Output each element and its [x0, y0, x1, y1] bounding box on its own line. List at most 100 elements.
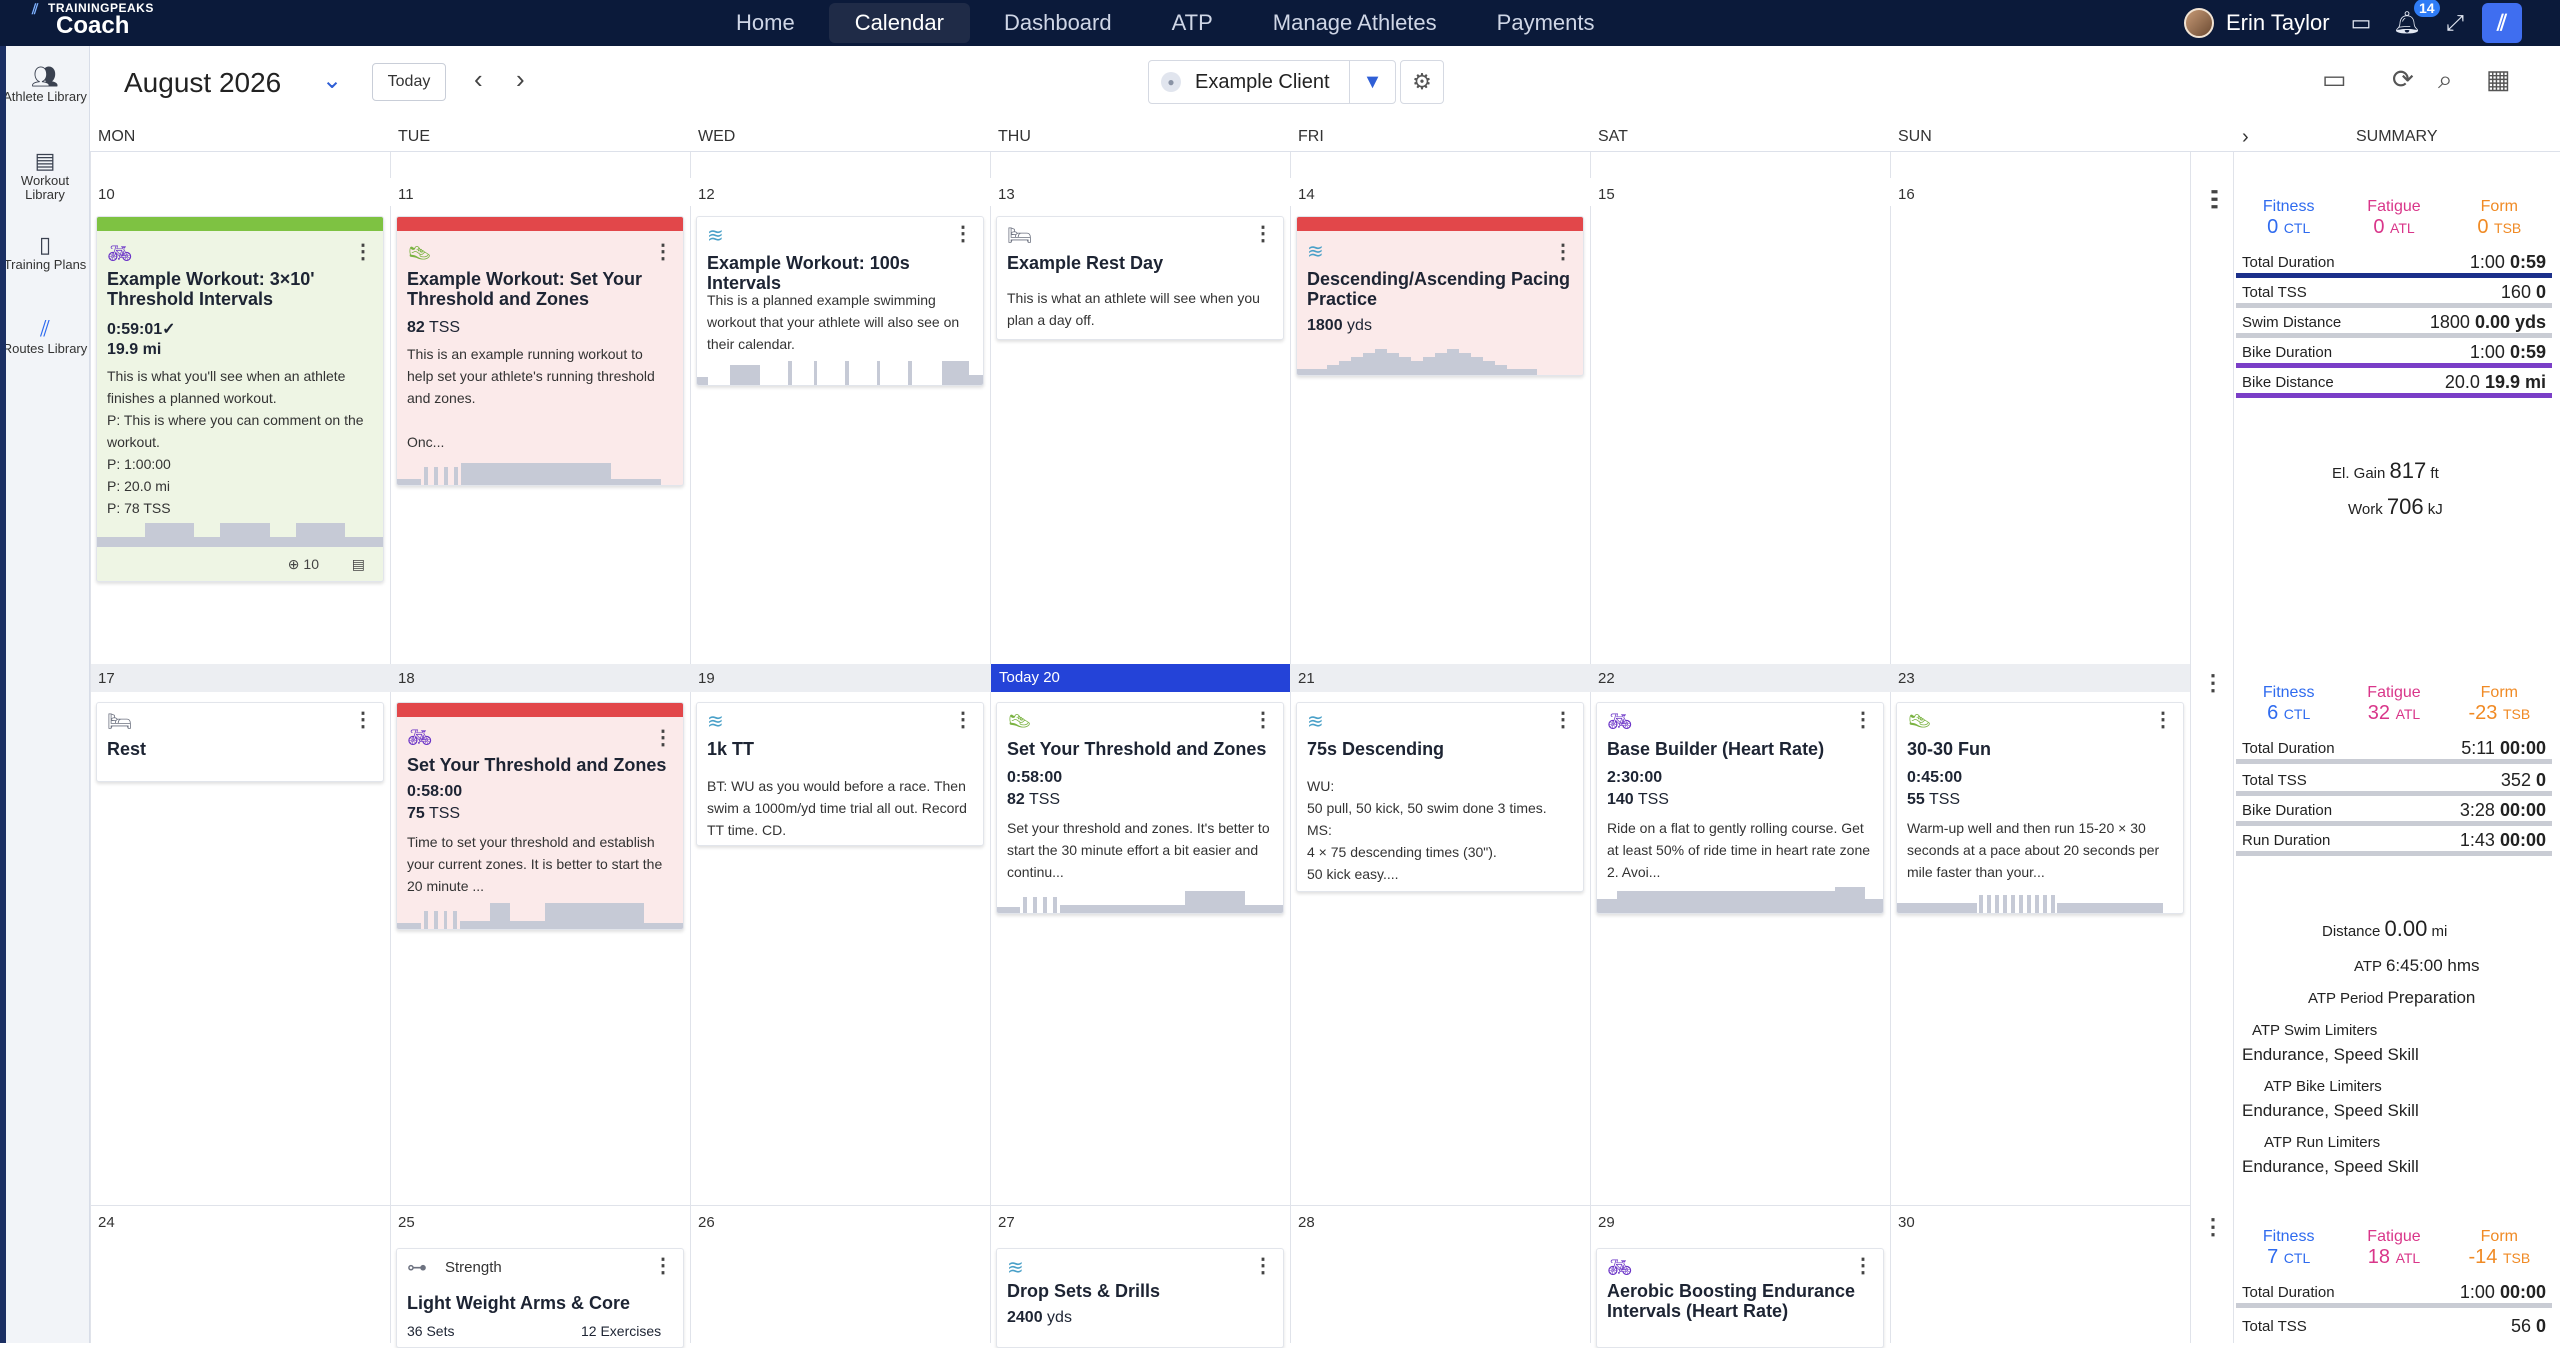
routes-icon: ⫽ [40, 316, 50, 341]
next-icon[interactable]: › [516, 64, 525, 95]
more-icon[interactable]: ⋮ [1853, 707, 1873, 732]
bike-icon: 🚲︎ [107, 243, 133, 265]
workout-card[interactable]: ≋ ⋮ 75s Descending WU: 50 pull, 50 kick,… [1296, 702, 1584, 892]
nav-home[interactable]: Home [710, 3, 821, 43]
month-title[interactable]: August 2026 [124, 67, 281, 99]
today-button[interactable]: Today [372, 63, 446, 101]
workout-card[interactable]: 🚲︎ ⋮ Example Workout: 3×10' Threshold In… [96, 216, 384, 582]
nav-dashboard[interactable]: Dashboard [978, 3, 1138, 43]
workout-duration: 0:45:00 [1907, 769, 1963, 786]
workout-title: Descending/Ascending Pacing Practice [1307, 269, 1571, 309]
form-value: -14 [2468, 1246, 2498, 1268]
more-icon[interactable]: ⋮ [2153, 707, 2173, 732]
comment-icon[interactable]: ▤ [352, 556, 365, 573]
workout-card[interactable]: ≋ ⋮ Drop Sets & Drills 2400 yds [996, 1248, 1284, 1348]
workout-tss: 82 TSS [407, 319, 461, 336]
sidebar-item-workout-library[interactable]: ▤ Workout Library [0, 150, 90, 202]
logo[interactable]: ⫽ TRAININGPEAKS Coach [32, 2, 154, 39]
swim-icon: ≋ [707, 225, 724, 247]
workout-card[interactable]: 🚲︎ ⋮ Base Builder (Heart Rate) 2:30:00 1… [1596, 702, 1884, 914]
user-menu[interactable]: Erin Taylor [2184, 4, 2330, 42]
sidebar-item-athlete-library[interactable]: 👥︎ Athlete Library [0, 64, 90, 104]
more-icon[interactable]: ⋮ [653, 239, 673, 264]
more-icon[interactable]: ⋮ [1553, 707, 1573, 732]
rest-card[interactable]: 🛏︎ ⋮ Rest [96, 702, 384, 782]
run-shoe-icon: 👟︎ [1007, 711, 1033, 733]
rest-card[interactable]: 🛏︎ ⋮ Example Rest Day This is what an at… [996, 216, 1284, 340]
calendar-settings-icon[interactable]: ▦ [2486, 64, 2511, 95]
client-name: Example Client [1195, 70, 1330, 93]
more-icon[interactable]: ⋮ [1553, 239, 1573, 264]
athlete-icon: 👥︎ [31, 64, 59, 89]
search-icon[interactable]: ⌕ [2438, 64, 2453, 96]
workout-title: 1k TT [707, 739, 755, 759]
workout-title: Example Rest Day [1007, 253, 1164, 273]
workout-structure-chart [997, 889, 1283, 913]
workout-card[interactable]: 🚲︎ ⋮ Aerobic Boosting Endurance Interval… [1596, 1248, 1884, 1348]
more-icon[interactable]: ⋮ [353, 707, 373, 732]
workout-card[interactable]: ≋ ⋮ Descending/Ascending Pacing Practice… [1296, 216, 1584, 376]
chat-icon[interactable]: ▭ [2344, 6, 2378, 40]
workout-card[interactable]: 👟︎ ⋮ Example Workout: Set Your Threshold… [396, 216, 684, 486]
more-icon[interactable]: ⋮ [353, 239, 373, 264]
workout-title: Set Your Threshold and Zones [1007, 739, 1267, 759]
day-header: WED [698, 128, 736, 145]
rest-bed-icon: 🛏︎ [1007, 225, 1033, 247]
summary-row: Total Duration 1:00 0:59 [2236, 250, 2552, 278]
expand-icon[interactable]: ⤢ [2438, 6, 2472, 40]
nav-atp[interactable]: ATP [1146, 3, 1239, 43]
summary-menu-icon[interactable]: ⋮ [2202, 670, 2224, 696]
day-number: 12 [698, 186, 715, 203]
more-icon[interactable]: ⋮ [1253, 1253, 1273, 1278]
nav-calendar[interactable]: Calendar [828, 3, 970, 43]
fatigue-value: 32 [2367, 702, 2391, 724]
summary-row: Run Duration 1:43 00:00 [2236, 828, 2552, 856]
sidebar-item-training-plans[interactable]: ▯ Training Plans [0, 234, 90, 272]
more-icon[interactable]: ⋮ [653, 1253, 673, 1278]
workout-card[interactable]: 👟︎ ⋮ 30-30 Fun 0:45:00 55 TSS Warm-up we… [1896, 702, 2184, 914]
more-icon[interactable]: ⋮ [953, 707, 973, 732]
chevron-right-icon[interactable]: › [2242, 126, 2249, 149]
avatar [2184, 8, 2214, 38]
more-icon[interactable]: ⋮ [953, 221, 973, 246]
product-name: Coach [56, 12, 130, 39]
workout-card[interactable]: 🚲︎ ⋮ Set Your Threshold and Zones 0:58:0… [396, 702, 684, 930]
summary-row: Bike Distance 20.0 19.9 mi [2236, 370, 2552, 398]
workout-duration: 0:58:00 [1007, 769, 1063, 786]
comment-count: ⊕ 10 [287, 556, 319, 572]
notification-badge: 14 [2414, 0, 2440, 17]
workout-tss: 55 TSS [1907, 791, 1961, 808]
workout-card[interactable]: 👟︎ ⋮ Set Your Threshold and Zones 0:58:0… [996, 702, 1284, 914]
nav-payments[interactable]: Payments [1471, 3, 1621, 43]
workout-title: Set Your Threshold and Zones [407, 755, 667, 775]
strength-card[interactable]: ⊶ Strength ⋮ Light Weight Arms & Core 36… [396, 1248, 684, 1348]
summary-menu-icon[interactable]: ⋮ [2202, 186, 2224, 212]
workout-card[interactable]: ≋ ⋮ 1k TT BT: WU as you would before a r… [696, 702, 984, 846]
week-view-icon[interactable]: ▭ [2322, 64, 2347, 95]
workout-structure-chart [1897, 891, 2183, 913]
workout-title: Example Workout: 3×10' Threshold Interva… [107, 269, 315, 309]
bike-icon: 🚲︎ [1607, 711, 1633, 733]
nav-manage-athletes[interactable]: Manage Athletes [1247, 3, 1463, 43]
client-selector[interactable]: ● Example Client ▼ [1148, 60, 1396, 104]
fatigue-value: 0 [2373, 216, 2385, 238]
more-icon[interactable]: ⋮ [1253, 707, 1273, 732]
more-icon[interactable]: ⋮ [1253, 221, 1273, 246]
refresh-icon[interactable]: ⟳ [2392, 64, 2414, 95]
day-header: SAT [1598, 128, 1628, 145]
chevron-down-icon[interactable]: ⌄ [322, 66, 342, 95]
caret-down-icon[interactable]: ▼ [1349, 60, 1395, 104]
summary-menu-icon[interactable]: ⋮ [2202, 1214, 2224, 1240]
app-switcher-icon[interactable]: ⫽ [2482, 3, 2522, 43]
workout-card[interactable]: ≋ ⋮ Example Workout: 100s Intervals This… [696, 216, 984, 386]
more-icon[interactable]: ⋮ [653, 725, 673, 750]
gear-icon[interactable]: ⚙ [1400, 60, 1444, 104]
sidebar-item-routes-library[interactable]: ⫽ Routes Library [0, 316, 90, 356]
prev-icon[interactable]: ‹ [474, 64, 483, 95]
user-name: Erin Taylor [2226, 10, 2330, 35]
more-icon[interactable]: ⋮ [1853, 1253, 1873, 1278]
day-number: 29 [1598, 1214, 1615, 1231]
day-number: 11 [398, 186, 414, 203]
main-nav: Home Calendar Dashboard ATP Manage Athle… [710, 0, 1621, 46]
day-number: 18 [398, 670, 415, 687]
